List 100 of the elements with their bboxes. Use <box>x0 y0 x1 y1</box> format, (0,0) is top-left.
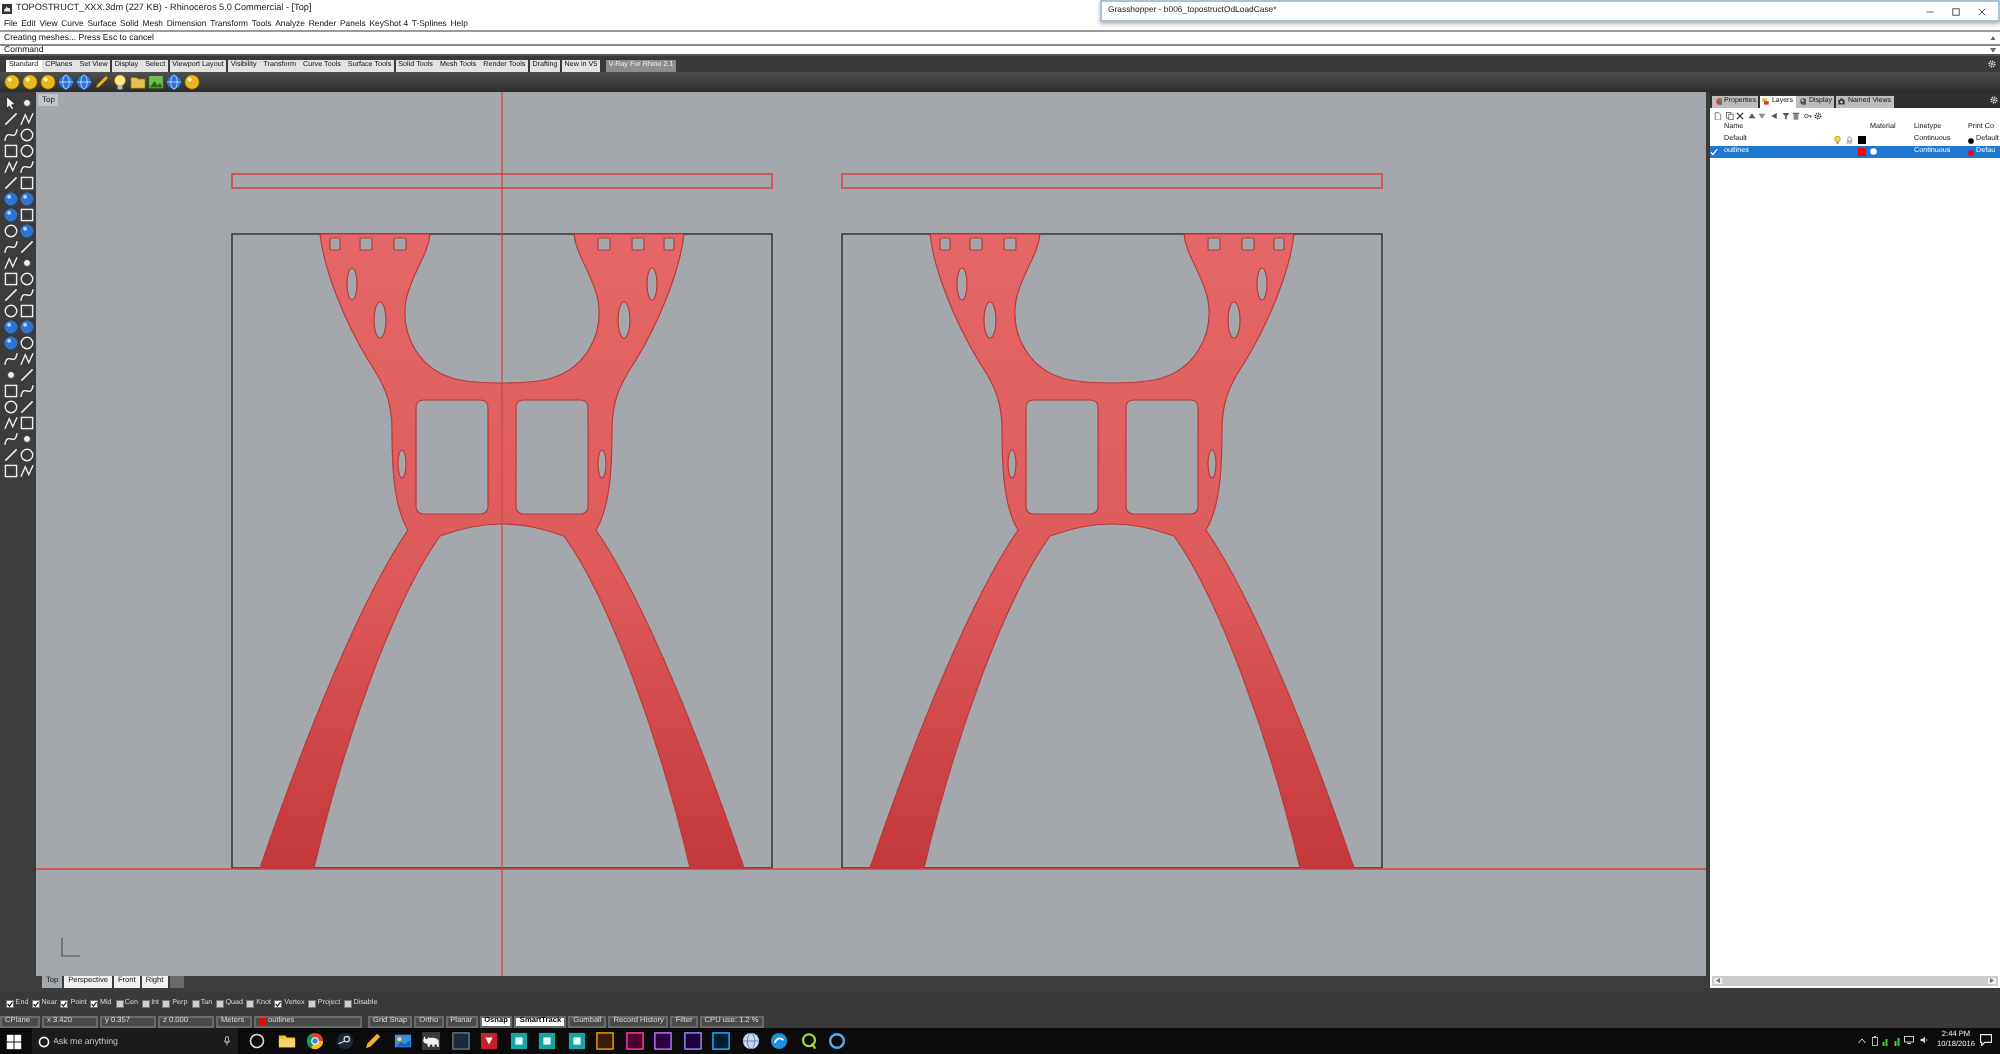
left-arrow-icon[interactable] <box>1716 978 1720 984</box>
notification-icon[interactable] <box>1980 1034 1992 1047</box>
disc-icon[interactable] <box>335 1032 353 1050</box>
tile-icon[interactable] <box>654 1032 672 1050</box>
horizontal-scrollbar[interactable] <box>1712 976 1998 986</box>
battery-icon[interactable] <box>1871 1035 1878 1046</box>
tile-icon[interactable] <box>538 1032 556 1050</box>
curve-icon[interactable] <box>3 432 17 446</box>
microphone-icon[interactable] <box>223 1036 229 1046</box>
point-icon[interactable] <box>19 96 33 110</box>
checkbox[interactable] <box>308 1000 317 1008</box>
picture-icon[interactable] <box>393 1032 411 1050</box>
print-color-dot-icon[interactable] <box>1968 149 1974 155</box>
checkbox[interactable] <box>115 1000 124 1008</box>
pointer-icon[interactable] <box>3 96 17 110</box>
tile-icon[interactable] <box>451 1032 469 1050</box>
print-color-dot-icon[interactable] <box>1968 137 1974 143</box>
sphere-icon[interactable] <box>19 192 33 206</box>
checkbox[interactable] <box>274 1000 283 1008</box>
up-arrow-icon[interactable] <box>1990 35 1996 41</box>
globe-icon[interactable] <box>76 74 92 90</box>
point-icon[interactable] <box>19 432 33 446</box>
polyline-icon[interactable] <box>19 112 33 126</box>
key-icon[interactable] <box>1803 111 1812 119</box>
square-icon[interactable] <box>19 416 33 430</box>
up-triangle-icon[interactable] <box>1747 111 1756 119</box>
square-icon[interactable] <box>3 384 17 398</box>
line-icon[interactable] <box>3 112 17 126</box>
left-arrow-icon[interactable] <box>1769 111 1778 119</box>
curve-icon[interactable] <box>3 352 17 366</box>
circle-icon[interactable] <box>3 304 17 318</box>
gear-icon[interactable] <box>1814 111 1823 119</box>
sphere-icon[interactable] <box>3 336 17 350</box>
globe-icon[interactable] <box>166 74 182 90</box>
color-wheel-icon[interactable] <box>306 1032 324 1050</box>
bars-icon[interactable] <box>1882 1035 1889 1046</box>
tile-icon[interactable] <box>480 1032 498 1050</box>
maximize-icon[interactable] <box>1952 7 1960 15</box>
cross-icon[interactable] <box>1736 111 1745 119</box>
square-icon[interactable] <box>3 272 17 286</box>
pencil-icon[interactable] <box>364 1032 382 1050</box>
curve-icon[interactable] <box>3 128 17 142</box>
checkbox[interactable] <box>6 1000 14 1008</box>
curve-icon[interactable] <box>19 160 33 174</box>
checkbox[interactable] <box>215 1000 224 1008</box>
curve-icon[interactable] <box>19 384 33 398</box>
color-swatch-icon[interactable] <box>1858 136 1865 144</box>
tile-icon[interactable] <box>567 1032 585 1050</box>
checkbox[interactable] <box>246 1000 255 1008</box>
circle-icon[interactable] <box>19 144 33 158</box>
checkbox[interactable] <box>191 1000 200 1008</box>
ball-icon[interactable] <box>40 74 56 90</box>
pages-icon[interactable] <box>1725 111 1734 119</box>
line-icon[interactable] <box>3 448 17 462</box>
line-icon[interactable] <box>19 368 33 382</box>
square-icon[interactable] <box>19 208 33 222</box>
sphere-icon[interactable] <box>3 208 17 222</box>
tile-icon[interactable] <box>625 1032 643 1050</box>
square-icon[interactable] <box>3 144 17 158</box>
tile-icon[interactable] <box>712 1032 730 1050</box>
tile-icon[interactable] <box>596 1032 614 1050</box>
bin-icon[interactable] <box>1792 111 1801 119</box>
rhino-icon[interactable] <box>422 1032 440 1050</box>
polyline-icon[interactable] <box>3 416 17 430</box>
sphere-icon[interactable] <box>19 224 33 238</box>
point-icon[interactable] <box>3 368 17 382</box>
curve-icon[interactable] <box>3 240 17 254</box>
polyline-icon[interactable] <box>19 352 33 366</box>
folder-icon[interactable] <box>277 1032 295 1050</box>
tile-icon[interactable] <box>509 1032 527 1050</box>
sphere-icon[interactable] <box>3 192 17 206</box>
close-icon[interactable] <box>1978 7 1986 15</box>
checkbox[interactable] <box>162 1000 171 1008</box>
chevron-up-icon[interactable] <box>1858 1037 1867 1044</box>
down-arrow-icon[interactable] <box>1990 47 1996 53</box>
line-icon[interactable] <box>3 288 17 302</box>
tile-icon[interactable] <box>683 1032 701 1050</box>
checkbox[interactable] <box>60 1000 69 1008</box>
line-icon[interactable] <box>3 176 17 190</box>
square-icon[interactable] <box>19 304 33 318</box>
monitor-icon[interactable] <box>1904 1036 1915 1045</box>
speaker-icon[interactable] <box>1919 1036 1928 1045</box>
polyline-icon[interactable] <box>19 464 33 478</box>
disc-icon[interactable] <box>770 1032 788 1050</box>
line-icon[interactable] <box>19 240 33 254</box>
checkbox[interactable] <box>32 1000 40 1008</box>
tailed-ring-icon[interactable] <box>799 1032 817 1050</box>
circle-icon[interactable] <box>19 448 33 462</box>
circle-icon[interactable] <box>19 128 33 142</box>
ball-icon[interactable] <box>4 74 20 90</box>
globe-icon[interactable] <box>741 1032 759 1050</box>
curve-icon[interactable] <box>19 288 33 302</box>
checkbox[interactable] <box>90 1000 99 1008</box>
ball-icon[interactable] <box>22 74 38 90</box>
square-icon[interactable] <box>19 176 33 190</box>
checkbox[interactable] <box>343 1000 352 1008</box>
globe-icon[interactable] <box>58 74 74 90</box>
ring-icon[interactable] <box>828 1032 846 1050</box>
down-triangle-icon[interactable] <box>1758 111 1767 119</box>
checkbox[interactable] <box>141 1000 150 1008</box>
